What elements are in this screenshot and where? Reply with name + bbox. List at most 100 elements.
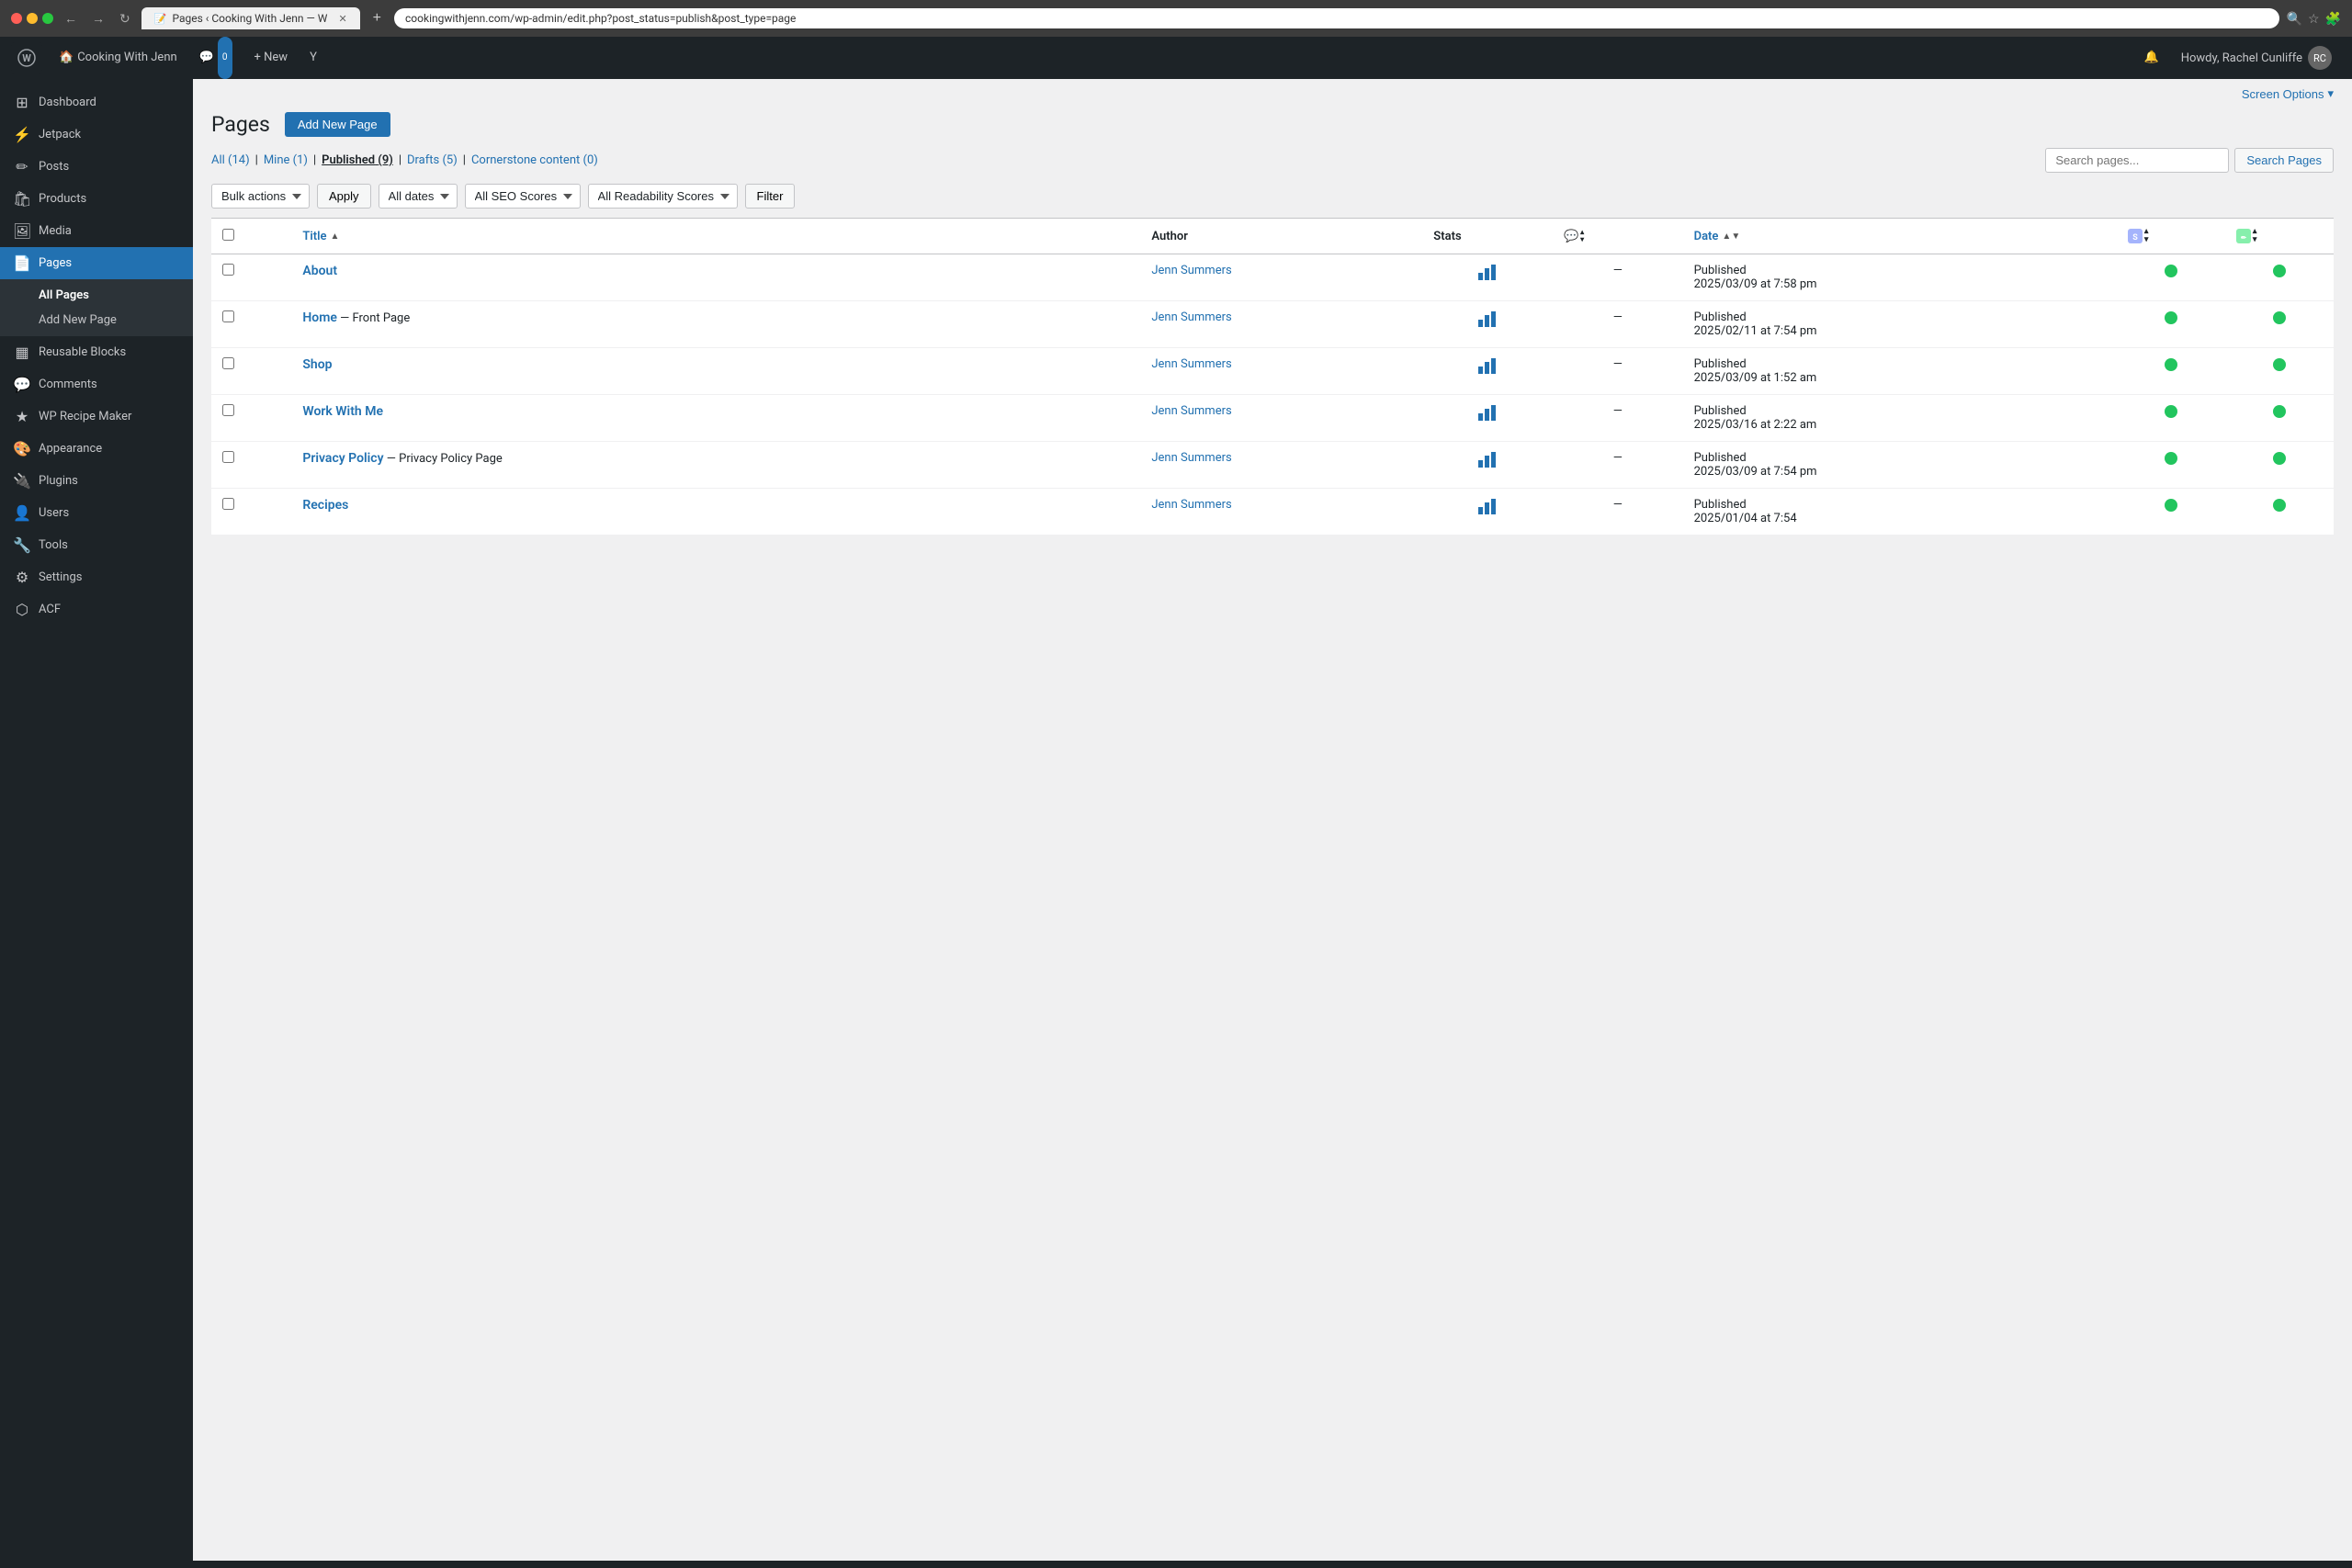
sidebar-subitem-all-pages[interactable]: All Pages xyxy=(0,283,193,308)
maximize-window-btn[interactable] xyxy=(42,13,53,24)
col-header-stats: Stats xyxy=(1422,219,1553,254)
date-sort-icon: ▲▼ xyxy=(1722,231,1740,242)
sidebar-label-comments: Comments xyxy=(39,378,97,391)
admin-bar-notifications[interactable]: 🔔 xyxy=(2135,37,2168,79)
col-header-readability[interactable]: ✏ ▴▾ xyxy=(2225,219,2334,254)
minimize-window-btn[interactable] xyxy=(27,13,38,24)
tab-title: Pages ‹ Cooking With Jenn — W xyxy=(172,12,327,25)
date-sort-link[interactable]: Date ▲▼ xyxy=(1694,230,2106,243)
row-checkbox[interactable] xyxy=(222,404,234,416)
stats-chart-icon xyxy=(1477,359,1498,378)
all-readability-select[interactable]: All Readability Scores xyxy=(588,184,738,209)
plugins-icon: 🔌 xyxy=(13,472,31,490)
sidebar-item-settings[interactable]: ⚙ Settings xyxy=(0,561,193,593)
filter-cornerstone[interactable]: Cornerstone content (0) xyxy=(471,153,598,167)
all-seo-select[interactable]: All SEO Scores xyxy=(465,184,581,209)
bar-chart-icon xyxy=(1477,404,1498,421)
search-btn[interactable]: Search Pages xyxy=(2234,148,2334,173)
filter-published[interactable]: Published (9) xyxy=(322,153,393,167)
admin-bar-site[interactable]: 🏠 Cooking With Jenn xyxy=(50,37,187,79)
sidebar-item-tools[interactable]: 🔧 Tools xyxy=(0,529,193,561)
wp-logo-icon[interactable]: W xyxy=(11,42,42,73)
row-author-cell: Jenn Summers xyxy=(1140,442,1422,489)
sidebar-item-posts[interactable]: ✏ Posts xyxy=(0,151,193,183)
reload-btn[interactable]: ↻ xyxy=(116,9,134,28)
sidebar-item-jetpack[interactable]: ⚡ Jetpack xyxy=(0,118,193,151)
sidebar-label-pages: Pages xyxy=(39,256,72,270)
back-btn[interactable]: ← xyxy=(61,9,81,28)
avatar: RC xyxy=(2308,46,2332,70)
row-author-cell: Jenn Summers xyxy=(1140,254,1422,301)
select-all-checkbox[interactable] xyxy=(222,229,234,241)
sidebar-item-plugins[interactable]: 🔌 Plugins xyxy=(0,465,193,497)
author-link[interactable]: Jenn Summers xyxy=(1151,404,1231,418)
sidebar-item-acf[interactable]: ⬡ ACF xyxy=(0,593,193,626)
sidebar-item-appearance[interactable]: 🎨 Appearance xyxy=(0,433,193,465)
screen-options-btn[interactable]: Screen Options ▾ xyxy=(2242,86,2334,101)
new-tab-btn[interactable]: + xyxy=(368,10,387,27)
sidebar-item-dashboard[interactable]: ⊞ Dashboard xyxy=(0,86,193,118)
author-link[interactable]: Jenn Summers xyxy=(1151,498,1231,512)
address-bar[interactable]: cookingwithjenn.com/wp-admin/edit.php?po… xyxy=(394,8,2279,28)
page-title-link[interactable]: Work With Me xyxy=(302,404,383,419)
page-title-link[interactable]: Recipes xyxy=(302,498,348,513)
page-title-link[interactable]: Home xyxy=(302,310,337,325)
author-link[interactable]: Jenn Summers xyxy=(1151,310,1231,324)
author-link[interactable]: Jenn Summers xyxy=(1151,264,1231,277)
col-header-seo[interactable]: S ▴▾ xyxy=(2117,219,2225,254)
bulk-actions-select[interactable]: Bulk actions xyxy=(211,184,310,209)
stats-chart-icon xyxy=(1477,312,1498,332)
filter-mine[interactable]: Mine (1) xyxy=(264,153,308,167)
search-btn-label: Search Pages xyxy=(2246,153,2322,167)
sidebar-item-pages[interactable]: 📄 Pages xyxy=(0,247,193,279)
sidebar-item-users[interactable]: 👤 Users xyxy=(0,497,193,529)
comment-bubble-icon: 💬 xyxy=(1564,230,1578,243)
filter-drafts[interactable]: Drafts (5) xyxy=(407,153,458,167)
close-window-btn[interactable] xyxy=(11,13,22,24)
sidebar-item-comments[interactable]: 💬 Comments xyxy=(0,368,193,400)
col-header-date[interactable]: Date ▲▼ xyxy=(1683,219,2117,254)
author-link[interactable]: Jenn Summers xyxy=(1151,451,1231,465)
sidebar-item-reusable-blocks[interactable]: ▦ Reusable Blocks xyxy=(0,336,193,368)
browser-tab[interactable]: 📝 Pages ‹ Cooking With Jenn — W ✕ xyxy=(141,7,360,29)
forward-btn[interactable]: → xyxy=(88,9,108,28)
tab-close-btn[interactable]: ✕ xyxy=(338,13,346,25)
admin-bar-yoast[interactable]: Y xyxy=(300,37,326,79)
filter-btn[interactable]: Filter xyxy=(745,184,796,209)
readability-score-dot xyxy=(2273,452,2286,465)
zoom-btn[interactable]: 🔍 xyxy=(2287,11,2302,27)
admin-bar-user[interactable]: Howdy, Rachel Cunliffe RC xyxy=(2172,46,2341,70)
row-checkbox[interactable] xyxy=(222,264,234,276)
sidebar-label-settings: Settings xyxy=(39,570,82,584)
row-checkbox[interactable] xyxy=(222,451,234,463)
title-sort-link[interactable]: Title ▲ xyxy=(302,230,1129,243)
author-link[interactable]: Jenn Summers xyxy=(1151,357,1231,371)
admin-bar-comments[interactable]: 💬 0 xyxy=(190,37,242,79)
posts-icon: ✏ xyxy=(13,158,31,175)
sidebar-subitem-add-new-page[interactable]: Add New Page xyxy=(0,308,193,333)
filter-all[interactable]: All (14) xyxy=(211,153,250,167)
page-title-link[interactable]: Shop xyxy=(302,357,332,372)
admin-bar-new[interactable]: + New xyxy=(245,37,298,79)
page-title-link[interactable]: About xyxy=(302,264,337,278)
sidebar-item-media[interactable]: 🖼 Media xyxy=(0,215,193,247)
all-dates-select[interactable]: All dates xyxy=(379,184,458,209)
row-checkbox[interactable] xyxy=(222,310,234,322)
media-icon: 🖼 xyxy=(13,222,31,240)
add-new-page-btn[interactable]: Add New Page xyxy=(285,112,390,137)
row-comments-cell: — xyxy=(1553,395,1683,442)
row-checkbox[interactable] xyxy=(222,357,234,369)
row-checkbox-cell xyxy=(211,442,291,489)
readability-score-dot xyxy=(2273,265,2286,277)
extensions-btn[interactable]: 🧩 xyxy=(2325,11,2341,27)
sidebar-item-products[interactable]: 🛍 Products xyxy=(0,183,193,215)
page-title-link[interactable]: Privacy Policy xyxy=(302,451,383,466)
col-header-comments[interactable]: 💬 ▴ ▾ xyxy=(1553,219,1683,254)
row-seo-cell xyxy=(2117,489,2225,536)
col-header-title[interactable]: Title ▲ xyxy=(291,219,1140,254)
search-input[interactable] xyxy=(2045,148,2229,173)
apply-btn[interactable]: Apply xyxy=(317,184,371,209)
bookmark-btn[interactable]: ☆ xyxy=(2308,11,2320,27)
sidebar-item-wp-recipe-maker[interactable]: ★ WP Recipe Maker xyxy=(0,400,193,433)
row-checkbox[interactable] xyxy=(222,498,234,510)
